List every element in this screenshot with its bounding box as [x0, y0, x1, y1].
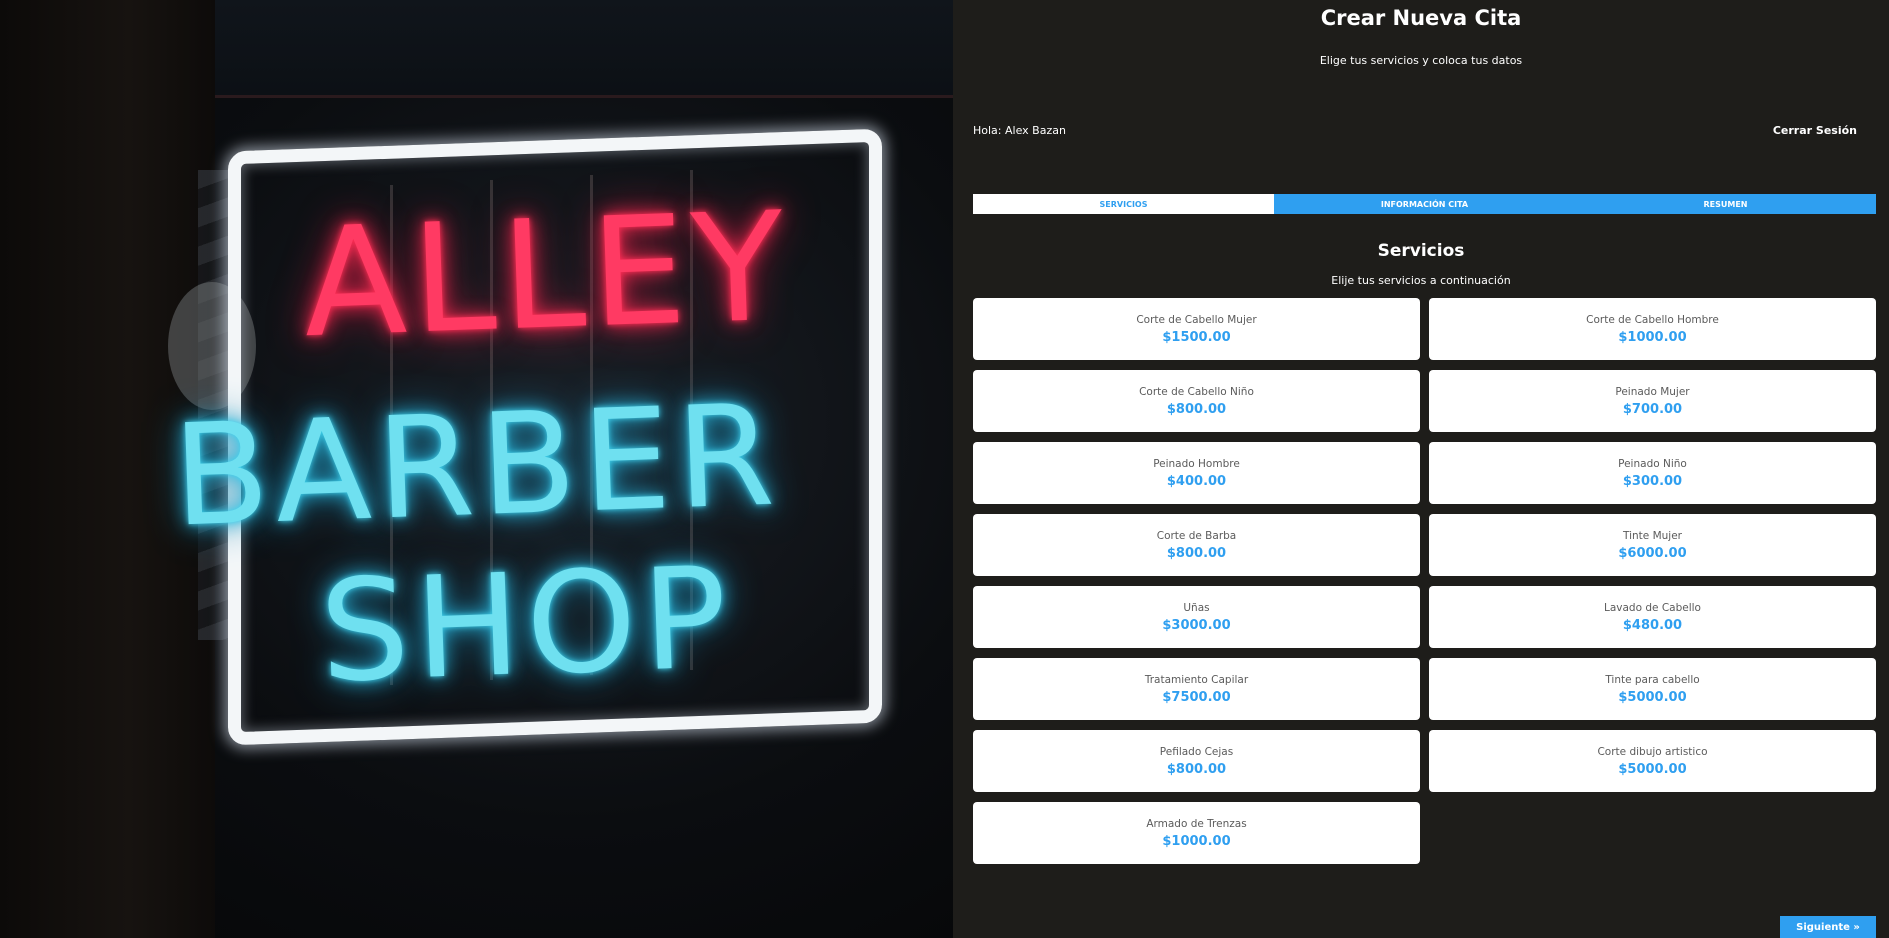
- service-price: $1500.00: [1162, 329, 1231, 345]
- step-tabs: SERVICIOS INFORMACIÓN CITA RESUMEN: [973, 194, 1876, 214]
- service-name: Tinte Mujer: [1623, 529, 1682, 542]
- services-grid: Corte de Cabello Mujer $1500.00 Corte de…: [973, 298, 1876, 864]
- tab-informacion-cita[interactable]: INFORMACIÓN CITA: [1274, 194, 1575, 214]
- service-price: $5000.00: [1618, 761, 1687, 777]
- service-card[interactable]: Armado de Trenzas $1000.00: [973, 802, 1420, 864]
- service-price: $400.00: [1166, 473, 1227, 489]
- service-name: Corte dibujo artistico: [1597, 745, 1708, 758]
- section-description: Elije tus servicios a continuación: [1331, 274, 1511, 287]
- service-name: Armado de Trenzas: [1146, 817, 1247, 830]
- service-card[interactable]: Corte dibujo artistico $5000.00: [1429, 730, 1876, 792]
- service-name: Corte de Cabello Niño: [1139, 385, 1254, 398]
- service-price: $7500.00: [1162, 689, 1231, 705]
- service-card[interactable]: Pefilado Cejas $800.00: [973, 730, 1420, 792]
- service-name: Tinte para cabello: [1605, 673, 1700, 686]
- next-button[interactable]: Siguiente »: [1780, 916, 1876, 938]
- service-price: $800.00: [1166, 401, 1227, 417]
- service-price: $300.00: [1622, 473, 1683, 489]
- service-name: Corte de Cabello Hombre: [1586, 313, 1719, 326]
- service-price: $480.00: [1622, 617, 1683, 633]
- service-price: $5000.00: [1618, 689, 1687, 705]
- service-name: Tratamiento Capilar: [1144, 673, 1249, 686]
- service-name: Uñas: [1183, 601, 1210, 614]
- hero-image: ALLEY BARBER SHOP: [0, 0, 953, 938]
- service-card[interactable]: Corte de Cabello Niño $800.00: [973, 370, 1420, 432]
- neon-sign-line1: ALLEY: [300, 180, 793, 372]
- service-card[interactable]: Tinte Mujer $6000.00: [1429, 514, 1876, 576]
- appointment-panel: Crear Nueva Cita Elige tus servicios y c…: [953, 0, 1889, 938]
- service-card[interactable]: Tinte para cabello $5000.00: [1429, 658, 1876, 720]
- page-subtitle: Elige tus servicios y coloca tus datos: [1319, 54, 1523, 67]
- service-price: $6000.00: [1618, 545, 1687, 561]
- tab-resumen[interactable]: RESUMEN: [1575, 194, 1876, 214]
- service-name: Peinado Mujer: [1615, 385, 1690, 398]
- user-greeting: Hola: Alex Bazan: [973, 124, 1066, 137]
- window-top: [215, 0, 953, 98]
- service-price: $1000.00: [1618, 329, 1687, 345]
- service-name: Corte de Barba: [1156, 529, 1237, 542]
- service-card[interactable]: Tratamiento Capilar $7500.00: [973, 658, 1420, 720]
- service-price: $800.00: [1166, 545, 1227, 561]
- page-title: Crear Nueva Cita: [1320, 6, 1522, 30]
- service-name: Peinado Niño: [1618, 457, 1687, 470]
- service-name: Peinado Hombre: [1153, 457, 1240, 470]
- service-price: $700.00: [1622, 401, 1683, 417]
- service-card[interactable]: Peinado Hombre $400.00: [973, 442, 1420, 504]
- service-card[interactable]: Corte de Cabello Hombre $1000.00: [1429, 298, 1876, 360]
- service-card[interactable]: Lavado de Cabello $480.00: [1429, 586, 1876, 648]
- neon-sign-line3: SHOP: [317, 536, 736, 715]
- service-card[interactable]: Peinado Niño $300.00: [1429, 442, 1876, 504]
- service-price: $3000.00: [1162, 617, 1231, 633]
- logout-link[interactable]: Cerrar Sesión: [1773, 124, 1857, 137]
- service-name: Lavado de Cabello: [1604, 601, 1701, 614]
- service-name: Corte de Cabello Mujer: [1136, 313, 1257, 326]
- tab-servicios[interactable]: SERVICIOS: [973, 194, 1274, 214]
- service-card[interactable]: Peinado Mujer $700.00: [1429, 370, 1876, 432]
- service-price: $800.00: [1166, 761, 1227, 777]
- service-card[interactable]: Corte de Barba $800.00: [973, 514, 1420, 576]
- service-card[interactable]: Corte de Cabello Mujer $1500.00: [973, 298, 1420, 360]
- service-price: $1000.00: [1162, 833, 1231, 849]
- service-card[interactable]: Uñas $3000.00: [973, 586, 1420, 648]
- section-title: Servicios: [1377, 241, 1465, 261]
- service-name: Pefilado Cejas: [1159, 745, 1234, 758]
